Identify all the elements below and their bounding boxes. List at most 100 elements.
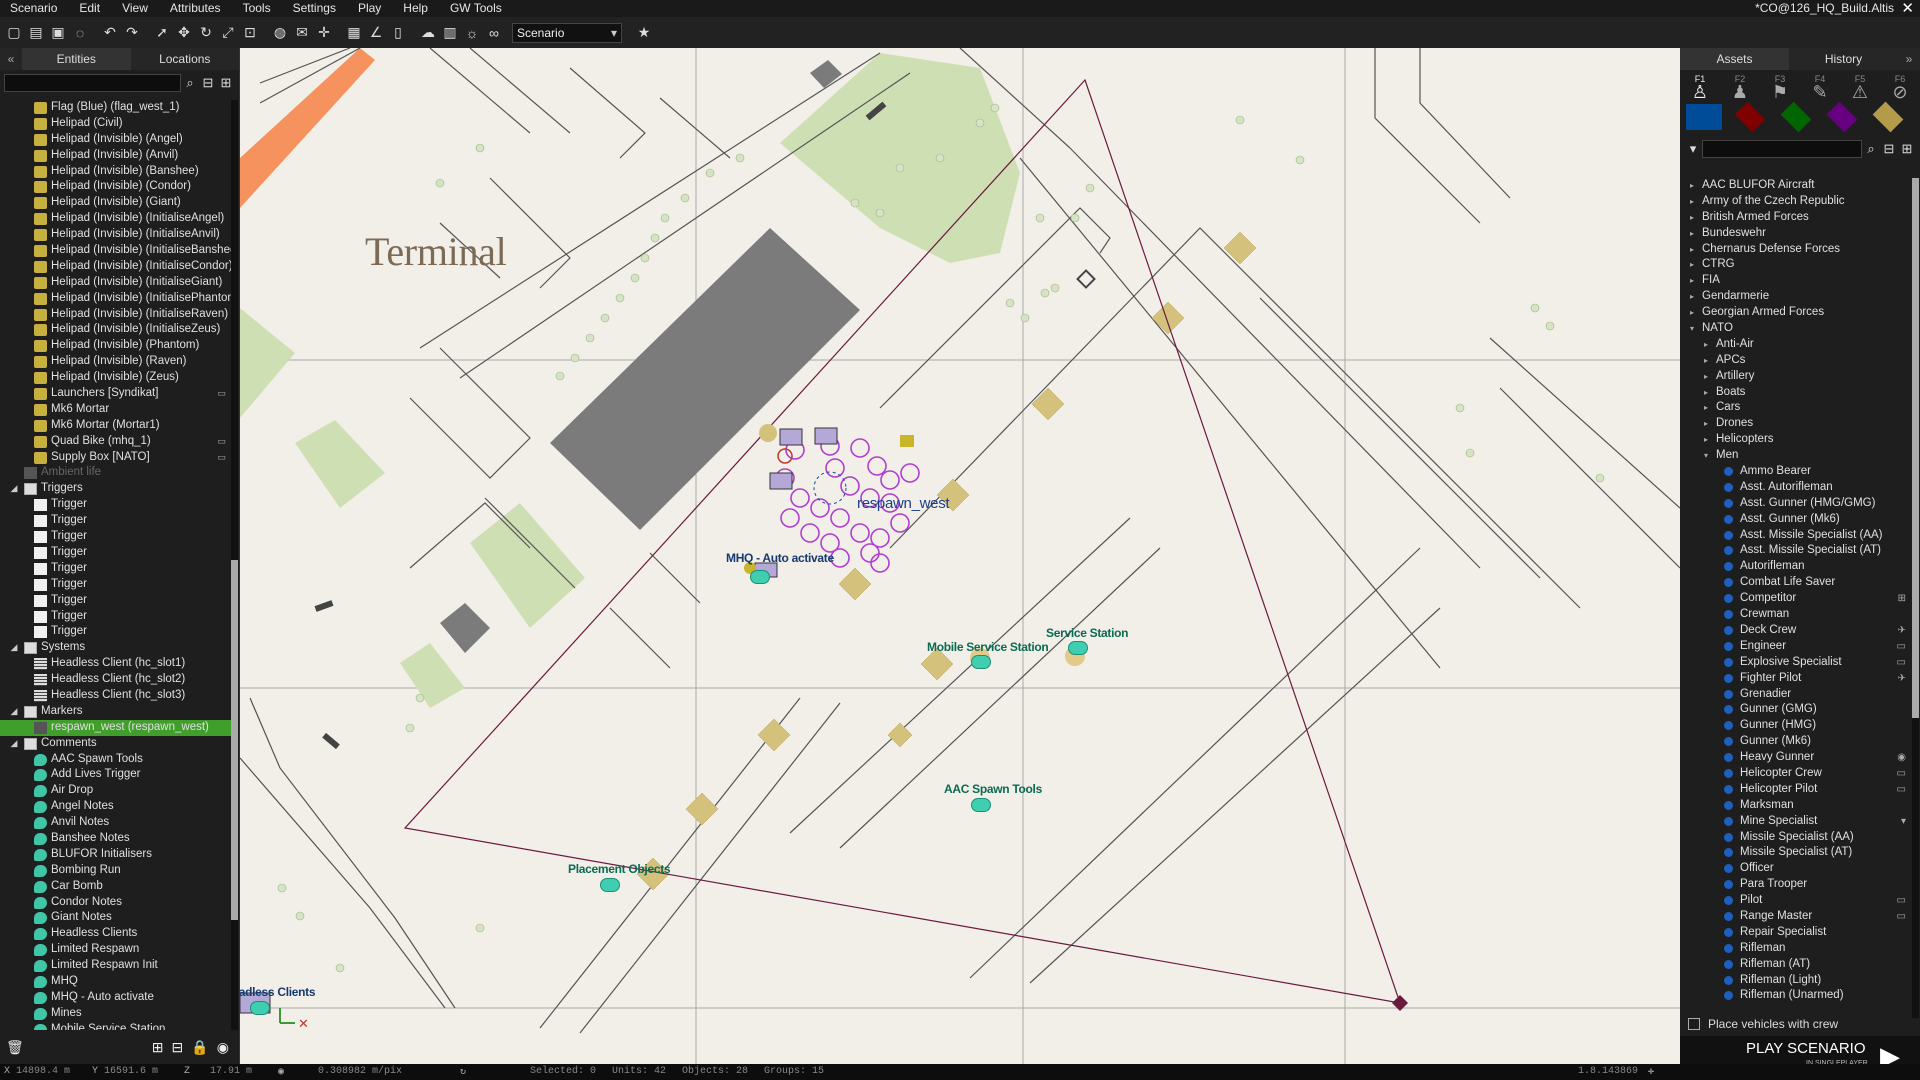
entity-row[interactable]: Limited Respawn Init — [0, 958, 232, 974]
asset-row[interactable]: Rifleman — [1680, 941, 1912, 957]
entity-row[interactable]: Mk6 Mortar (Mortar1) — [0, 418, 232, 434]
asset-row[interactable]: Asst. Missile Specialist (AT) — [1680, 543, 1912, 559]
menu-edit[interactable]: Edit — [69, 0, 112, 17]
entity-row[interactable]: Condor Notes — [0, 895, 232, 911]
asset-row[interactable]: Gunner (GMG) — [1680, 702, 1912, 718]
collapse-all-icon[interactable]: ⊟ — [199, 75, 217, 91]
entity-row[interactable]: Supply Box [NATO] ▭ — [0, 450, 232, 466]
asset-category-tab[interactable]: F6 ⊘ — [1880, 74, 1920, 101]
asset-row[interactable]: Asst. Missile Specialist (AA) — [1680, 528, 1912, 544]
side-opfor-icon[interactable] — [1734, 101, 1766, 133]
entity-row[interactable]: Bombing Run — [0, 863, 232, 879]
menu-scenario[interactable]: Scenario — [0, 0, 69, 17]
entity-row[interactable]: Add Lives Trigger — [0, 767, 232, 783]
asset-row[interactable]: ▸ Army of the Czech Republic — [1680, 194, 1912, 210]
entity-row[interactable]: Helipad (Civil) — [0, 116, 232, 132]
comment-bubble-icon[interactable] — [971, 798, 991, 812]
comment-bubble-icon[interactable] — [750, 570, 770, 584]
map-canvas[interactable]: ✕ — [240, 48, 1680, 1064]
search-icon[interactable]: ⌕ — [181, 75, 199, 91]
entity-row[interactable]: Quad Bike (mhq_1) ▭ — [0, 434, 232, 450]
entity-row[interactable]: Helipad (Invisible) (InitialiseCondor) — [0, 259, 232, 275]
service-station-label[interactable]: Service Station — [1046, 626, 1129, 640]
entity-row[interactable]: Helipad (Invisible) (Giant) — [0, 195, 232, 211]
asset-row[interactable]: Heavy Gunner ◉ — [1680, 750, 1912, 766]
entity-row[interactable]: Trigger — [0, 529, 232, 545]
expand-arrow-icon[interactable]: ▸ — [1690, 273, 1694, 289]
expand-arrow-icon[interactable]: ◢ — [8, 640, 20, 656]
weather-icon[interactable]: ☁ — [418, 23, 438, 43]
asset-category-tab[interactable]: F2 ♟ — [1720, 74, 1760, 101]
side-empty-icon[interactable] — [1872, 101, 1904, 133]
entity-row[interactable]: Helipad (Invisible) (Anvil) — [0, 148, 232, 164]
entity-row[interactable]: Helipad (Invisible) (InitialiseBanshee) — [0, 243, 232, 259]
asset-row[interactable]: ▸ Bundeswehr — [1680, 226, 1912, 242]
asset-row[interactable]: ▸ Chernarus Defense Forces — [1680, 242, 1912, 258]
asset-row[interactable]: ▸ FIA — [1680, 273, 1912, 289]
expand-all-icon[interactable]: ⊞ — [217, 75, 235, 91]
entity-row[interactable]: Ambient life — [0, 465, 232, 481]
expand-arrow-icon[interactable]: ▸ — [1704, 369, 1708, 385]
entity-row[interactable]: Helipad (Invisible) (Condor) — [0, 179, 232, 195]
select-cursor-icon[interactable]: ➚ — [152, 23, 172, 43]
entity-row[interactable]: Helipad (Invisible) (Phantom) — [0, 338, 232, 354]
collapse-all-icon[interactable]: ⊟ — [1880, 141, 1898, 157]
asset-row[interactable]: Missile Specialist (AT) — [1680, 845, 1912, 861]
collapse-right-icon[interactable]: » — [1898, 48, 1920, 70]
entity-row[interactable]: Headless Client (hc_slot1) — [0, 656, 232, 672]
angle-icon[interactable]: ∠ — [366, 23, 386, 43]
expand-arrow-icon[interactable]: ▸ — [1704, 353, 1708, 369]
entity-row[interactable]: Headless Clients — [0, 926, 232, 942]
asset-row[interactable]: ▸ Helicopters — [1680, 432, 1912, 448]
asset-row[interactable]: ▾ NATO — [1680, 321, 1912, 337]
entity-row[interactable]: Trigger — [0, 577, 232, 593]
entity-row[interactable]: ◢ Markers — [0, 704, 232, 720]
mhq-auto-activate-label[interactable]: MHQ - Auto activate — [726, 551, 834, 565]
entity-row[interactable]: Helipad (Invisible) (InitialiseZeus) — [0, 322, 232, 338]
headless-clients-label[interactable]: Headless Clients — [240, 985, 316, 999]
asset-row[interactable]: Rifleman (AT) — [1680, 957, 1912, 973]
comment-bubble-icon[interactable] — [600, 878, 620, 892]
entity-row[interactable]: Car Bomb — [0, 879, 232, 895]
expand-arrow-icon[interactable]: ▸ — [1690, 242, 1694, 258]
asset-row[interactable]: Mine Specialist ▾ — [1680, 814, 1912, 830]
move-icon[interactable]: ✥ — [174, 23, 194, 43]
expand-arrow-icon[interactable]: ▾ — [1690, 321, 1694, 337]
entity-row[interactable]: MHQ — [0, 974, 232, 990]
area-icon[interactable]: ⊡ — [240, 23, 260, 43]
entity-row[interactable]: Trigger — [0, 624, 232, 640]
entity-row[interactable]: Launchers [Syndikat] ▭ — [0, 386, 232, 402]
menu-help[interactable]: Help — [393, 0, 440, 17]
expand-arrow-icon[interactable]: ▸ — [1704, 416, 1708, 432]
expand-arrow-icon[interactable]: ▸ — [1690, 210, 1694, 226]
tab-locations[interactable]: Locations — [131, 48, 240, 70]
asset-row[interactable]: ▸ AAC BLUFOR Aircraft — [1680, 178, 1912, 194]
filter-dropdown-icon[interactable]: ▾ — [1684, 141, 1702, 157]
mail-icon[interactable]: ✉ — [292, 23, 312, 43]
side-independent-icon[interactable] — [1780, 101, 1812, 133]
entity-row[interactable]: Trigger — [0, 593, 232, 609]
menu-gw-tools[interactable]: GW Tools — [440, 0, 514, 17]
entity-row[interactable]: Trigger — [0, 513, 232, 529]
delete-icon[interactable]: 🗑 — [6, 1039, 24, 1056]
save-icon[interactable]: ▣ — [48, 23, 68, 43]
entity-row[interactable]: ◢ Triggers — [0, 481, 232, 497]
menu-attributes[interactable]: Attributes — [160, 0, 233, 17]
asset-row[interactable]: ▸ Gendarmerie — [1680, 289, 1912, 305]
expand-arrow-icon[interactable]: ▸ — [1690, 289, 1694, 305]
asset-row[interactable]: Crewman — [1680, 607, 1912, 623]
layer-icon[interactable]: ⊟ — [172, 1039, 184, 1056]
entity-row[interactable]: Limited Respawn — [0, 942, 232, 958]
asset-row[interactable]: Pilot ▭ — [1680, 893, 1912, 909]
asset-row[interactable]: Helicopter Pilot ▭ — [1680, 782, 1912, 798]
expand-arrow-icon[interactable]: ▸ — [1690, 305, 1694, 321]
asset-category-tab[interactable]: F1 ♙ — [1680, 74, 1720, 101]
asset-row[interactable]: Marksman — [1680, 798, 1912, 814]
side-civilian-icon[interactable] — [1826, 101, 1858, 133]
expand-arrow-icon[interactable]: ▸ — [1704, 400, 1708, 416]
expand-arrow-icon[interactable]: ▸ — [1690, 226, 1694, 242]
layer-select[interactable]: Scenario — [512, 22, 622, 43]
asset-row[interactable]: ▾ Men — [1680, 448, 1912, 464]
entity-row[interactable]: BLUFOR Initialisers — [0, 847, 232, 863]
asset-row[interactable]: ▸ Drones — [1680, 416, 1912, 432]
